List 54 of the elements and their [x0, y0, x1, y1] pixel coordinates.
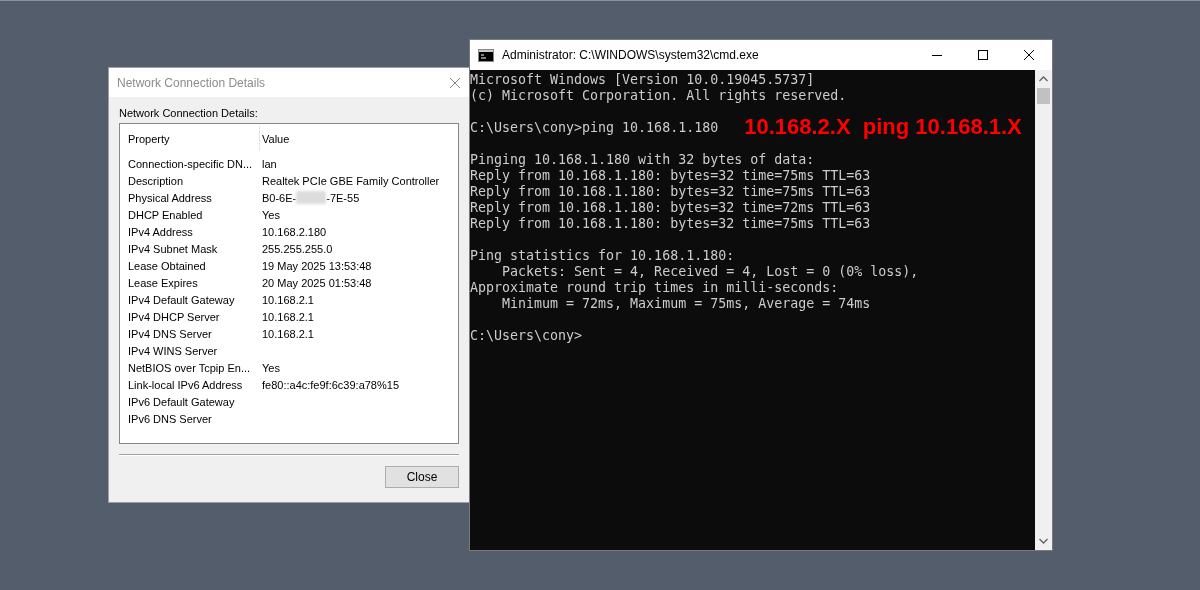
property-cell-text: IPv4 Default Gateway [127, 293, 236, 306]
value-cell: B0-6E- [262, 191, 297, 204]
property-cell-text: DHCP Enabled [127, 208, 204, 221]
console-line: Minimum = 72ms, Maximum = 75ms, Average = 74ms [501, 295, 871, 311]
column-header[interactable]: Value [260, 126, 452, 151]
console-line: Reply from 10.168.1.180: bytes=32 time=75ms TTL=63 [470, 167, 871, 183]
value-cell-text: Yes [261, 208, 281, 221]
property-cell-text: Description [127, 174, 185, 187]
console-line: Approximate round trip times in milli-seconds: [470, 279, 839, 295]
value-cell-text: 10.168.2.180 [261, 225, 328, 238]
console-line: Microsoft Windows [Version 10.0.19045.5737] [470, 71, 815, 87]
property-cell-text: IPv4 Subnet Mask [127, 242, 219, 255]
value-cell: -7E-55 [326, 191, 360, 204]
close-icon[interactable] [449, 76, 461, 89]
console-line: Ping statistics for 10.168.1.180: [470, 247, 735, 263]
console-line: C:\Users\cony>ping 10.168.1.180 [470, 119, 719, 135]
window-title: Network Connection Details [117, 75, 266, 90]
property-cell-text: IPv4 Address [127, 225, 194, 238]
console-line: Packets: Sent = 4, Received = 4, Lost = 0 (0% loss), [501, 263, 919, 279]
value-cell-text: 19 May 2025 13:53:48 [261, 259, 373, 272]
value-cell-text: lan [261, 157, 278, 170]
console-line: Reply from 10.168.1.180: bytes=32 time=75ms TTL=63 [470, 215, 871, 231]
scroll-thumb[interactable] [1037, 88, 1050, 104]
details-label: Network Connection Details: [119, 107, 259, 119]
value-cell-text: 255.255.255.0 [261, 242, 334, 255]
value-cell-text: 10.168.2.1 [261, 293, 315, 306]
close-button[interactable]: Close [385, 466, 459, 488]
value-cell-text: 10.168.2.1 [261, 310, 315, 323]
value-cell-text: Realtek PCIe GBE Family Controller [261, 174, 441, 187]
property-cell-text: Connection-specific DN... [127, 157, 254, 170]
console-line: Reply from 10.168.1.180: bytes=32 time=75ms TTL=63 [470, 183, 871, 199]
value-cell-text: fe80::a4c:fe9f:6c39:a78%15 [261, 378, 400, 391]
property-cell-text: NetBIOS over Tcpip En... [127, 361, 252, 374]
annotation-text: 10.168.2.X ping 10.168.1.X [744, 114, 1022, 140]
value-cell-text: 20 May 2025 01:53:48 [261, 276, 373, 289]
value-cell-text: Yes [261, 361, 281, 374]
property-cell-text: IPv6 Default Gateway [127, 395, 236, 408]
column-header[interactable]: Property [126, 126, 260, 151]
console-line: Reply from 10.168.1.180: bytes=32 time=72ms TTL=63 [470, 199, 871, 215]
scrollbar[interactable] [1035, 70, 1052, 550]
window-title: Administrator: C:\WINDOWS\system32\cmd.exe [502, 48, 760, 62]
property-cell-text: Physical Address [127, 191, 213, 204]
console-line: C:\Users\cony> [470, 327, 583, 343]
property-cell-text: Lease Obtained [127, 259, 207, 272]
property-cell-text: IPv4 DHCP Server [127, 310, 221, 323]
property-cell-text: IPv4 WINS Server [127, 344, 219, 357]
console-icon [478, 48, 494, 62]
property-cell-text: Lease Expires [127, 276, 199, 289]
property-cell-text: IPv6 DNS Server [127, 412, 213, 425]
console-line: (c) Microsoft Corporation. All rights reserved. [470, 87, 847, 103]
value-cell-text: 10.168.2.1 [261, 327, 315, 340]
property-cell-text: IPv4 DNS Server [127, 327, 213, 340]
console-line: Pinging 10.168.1.180 with 32 bytes of data: [470, 151, 815, 167]
property-cell-text: Link-local IPv6 Address [127, 378, 244, 391]
